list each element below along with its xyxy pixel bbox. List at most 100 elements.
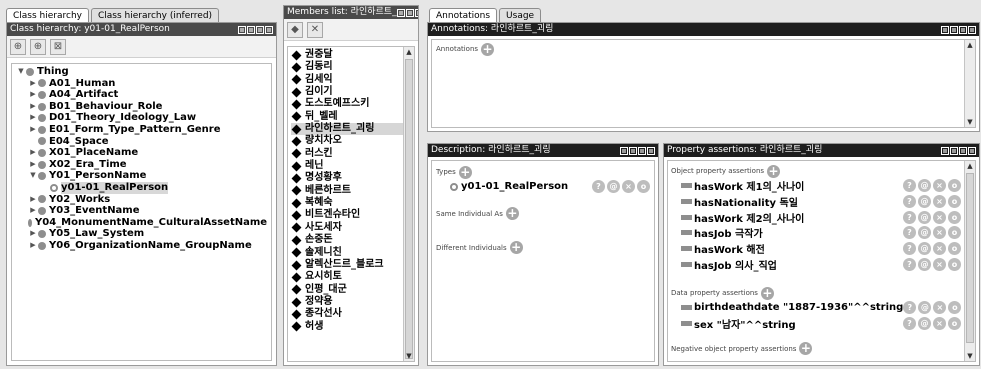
window-controls[interactable] <box>396 8 418 17</box>
tree-node[interactable]: ▶ E01_Form_Type_Pattern_Genre <box>16 124 267 136</box>
object-assertion-row[interactable]: hasWork 제2의_사나이? @ × o <box>681 209 961 225</box>
help-button[interactable]: ? <box>903 242 916 256</box>
member-item[interactable]: 레닌 <box>291 160 411 172</box>
collapse-arrow-icon[interactable]: ▼ <box>16 66 26 78</box>
member-item[interactable]: 김동리 <box>291 61 411 73</box>
tree-node[interactable]: ▼ Y01_PersonName <box>16 170 267 182</box>
window-controls[interactable] <box>941 25 976 34</box>
member-item[interactable]: 명성황후 <box>291 172 411 184</box>
member-item[interactable]: 뒤_벨레 <box>291 111 411 123</box>
tree-node[interactable]: E04_Space <box>16 136 267 148</box>
member-item[interactable]: 량치차오 <box>291 135 411 147</box>
scroll-down-arrow-icon[interactable]: ▼ <box>965 351 975 361</box>
member-item[interactable]: 요시히토 <box>291 271 411 283</box>
add-type-button[interactable]: + <box>458 165 472 179</box>
tree-node[interactable]: Y04_MonumentName_CulturalAssetName <box>16 217 267 229</box>
delete-button[interactable]: × <box>933 226 946 240</box>
window-controls[interactable] <box>620 146 655 155</box>
expand-arrow-icon[interactable]: ▶ <box>28 124 38 136</box>
expand-arrow-icon[interactable]: ▶ <box>28 101 38 113</box>
object-assertion-row[interactable]: hasWork 제1의_사나이? @ × o <box>681 178 961 194</box>
object-assertion-row[interactable]: hasJob 극작가? @ × o <box>681 225 961 241</box>
object-assertion-row[interactable]: hasNationality 독일? @ × o <box>681 194 961 210</box>
annotate-button[interactable]: @ <box>918 226 931 240</box>
member-item[interactable]: 도스토예프스키 <box>291 98 411 110</box>
edit-button[interactable]: o <box>948 226 961 240</box>
scroll-up-arrow-icon[interactable]: ▲ <box>404 47 414 57</box>
scroll-down-arrow-icon[interactable]: ▼ <box>965 117 975 127</box>
annotate-button[interactable]: @ <box>918 257 931 271</box>
tree-node[interactable]: y01-01_RealPerson <box>16 181 267 194</box>
delete-button[interactable]: × <box>933 301 947 315</box>
expand-arrow-icon[interactable]: ▶ <box>28 194 38 206</box>
help-button[interactable]: ? <box>903 179 916 193</box>
edit-button[interactable]: o <box>948 242 961 256</box>
tree-node[interactable]: ▶ B01_Behaviour_Role <box>16 101 267 113</box>
collapse-arrow-icon[interactable]: ▼ <box>28 170 38 182</box>
tree-node[interactable]: ▶ A04_Artifact <box>16 89 267 101</box>
member-item[interactable]: 정약용 <box>291 296 411 308</box>
scroll-thumb[interactable] <box>405 59 413 359</box>
help-button[interactable]: ? <box>903 301 917 315</box>
delete-individual-icon[interactable]: ✕ <box>307 22 323 38</box>
scroll-up-arrow-icon[interactable]: ▲ <box>965 40 975 50</box>
add-data-assertion-button[interactable]: + <box>760 286 774 300</box>
annotate-button[interactable]: @ <box>607 180 620 194</box>
edit-button[interactable]: o <box>948 195 961 209</box>
tab-class-hierarchy[interactable]: Class hierarchy <box>6 8 89 22</box>
tree-node[interactable]: ▶ D01_Theory_Ideology_Law <box>16 112 267 124</box>
tree-node[interactable]: ▶ X02_Era_Time <box>16 159 267 171</box>
delete-button[interactable]: × <box>933 179 946 193</box>
help-button[interactable]: ? <box>903 195 916 209</box>
edit-button[interactable]: o <box>948 301 962 315</box>
delete-button[interactable]: × <box>933 317 946 331</box>
expand-arrow-icon[interactable]: ▶ <box>28 228 38 240</box>
property-scrollbar[interactable]: ▲ ▼ <box>964 161 975 361</box>
tree-node[interactable]: ▶ Y05_Law_System <box>16 228 267 240</box>
annotate-button[interactable]: @ <box>918 242 931 256</box>
tree-node[interactable]: ▶ Y02_Works <box>16 194 267 206</box>
add-individual-icon[interactable]: ◆ <box>287 22 303 38</box>
edit-button[interactable]: o <box>948 317 961 331</box>
annotate-button[interactable]: @ <box>918 179 931 193</box>
delete-button[interactable]: × <box>933 210 946 224</box>
member-item[interactable]: 알렉산드르_블로크 <box>291 259 411 271</box>
object-assertion-row[interactable]: hasWork 해전? @ × o <box>681 241 961 257</box>
help-button[interactable]: ? <box>903 226 916 240</box>
members-scrollbar[interactable]: ▲ ▼ <box>403 47 414 361</box>
member-item[interactable]: 러스킨 <box>291 148 411 160</box>
tab-usage[interactable]: Usage <box>499 8 542 22</box>
member-item[interactable]: 허생 <box>291 321 411 333</box>
annotate-button[interactable]: @ <box>918 317 931 331</box>
object-assertion-row[interactable]: hasJob 의사_직업? @ × o <box>681 256 961 272</box>
data-assertion-row[interactable]: sex "남자"^^string? @ × o <box>681 316 961 332</box>
tab-annotations[interactable]: Annotations <box>429 8 498 22</box>
expand-arrow-icon[interactable]: ▶ <box>28 205 38 217</box>
window-controls[interactable] <box>238 25 273 34</box>
tree-node[interactable]: ▶ A01_Human <box>16 78 267 90</box>
help-button[interactable]: ? <box>903 210 916 224</box>
help-button[interactable]: ? <box>903 257 916 271</box>
add-subclass-icon[interactable]: ⊕ <box>10 39 26 55</box>
delete-button[interactable]: × <box>933 242 946 256</box>
member-item[interactable]: 손중돈 <box>291 234 411 246</box>
delete-button[interactable]: × <box>933 257 946 271</box>
data-assertion-row[interactable]: birthdeathdate "1887-1936"^^string? @ × o <box>681 300 962 316</box>
member-item[interactable]: 종각선사 <box>291 308 411 320</box>
add-annotation-button[interactable]: + <box>481 42 495 56</box>
annotate-button[interactable]: @ <box>918 195 931 209</box>
tree-node[interactable]: ▼ Thing <box>16 66 267 78</box>
annotations-scrollbar[interactable]: ▲ ▼ <box>964 40 975 127</box>
member-item[interactable]: 김세익 <box>291 74 411 86</box>
member-item[interactable]: 사도세자 <box>291 222 411 234</box>
member-item[interactable]: 솔제니친 <box>291 247 411 259</box>
add-sibling-class-icon[interactable]: ⊕ <box>30 39 46 55</box>
add-different-individual-button[interactable]: + <box>509 241 523 255</box>
member-item[interactable]: 김이기 <box>291 86 411 98</box>
scroll-thumb[interactable] <box>966 173 974 343</box>
expand-arrow-icon[interactable]: ▶ <box>28 78 38 90</box>
help-button[interactable]: ? <box>592 180 605 194</box>
expand-arrow-icon[interactable]: ▶ <box>28 159 38 171</box>
add-object-assertion-button[interactable]: + <box>767 164 781 178</box>
expand-arrow-icon[interactable]: ▶ <box>28 240 38 252</box>
